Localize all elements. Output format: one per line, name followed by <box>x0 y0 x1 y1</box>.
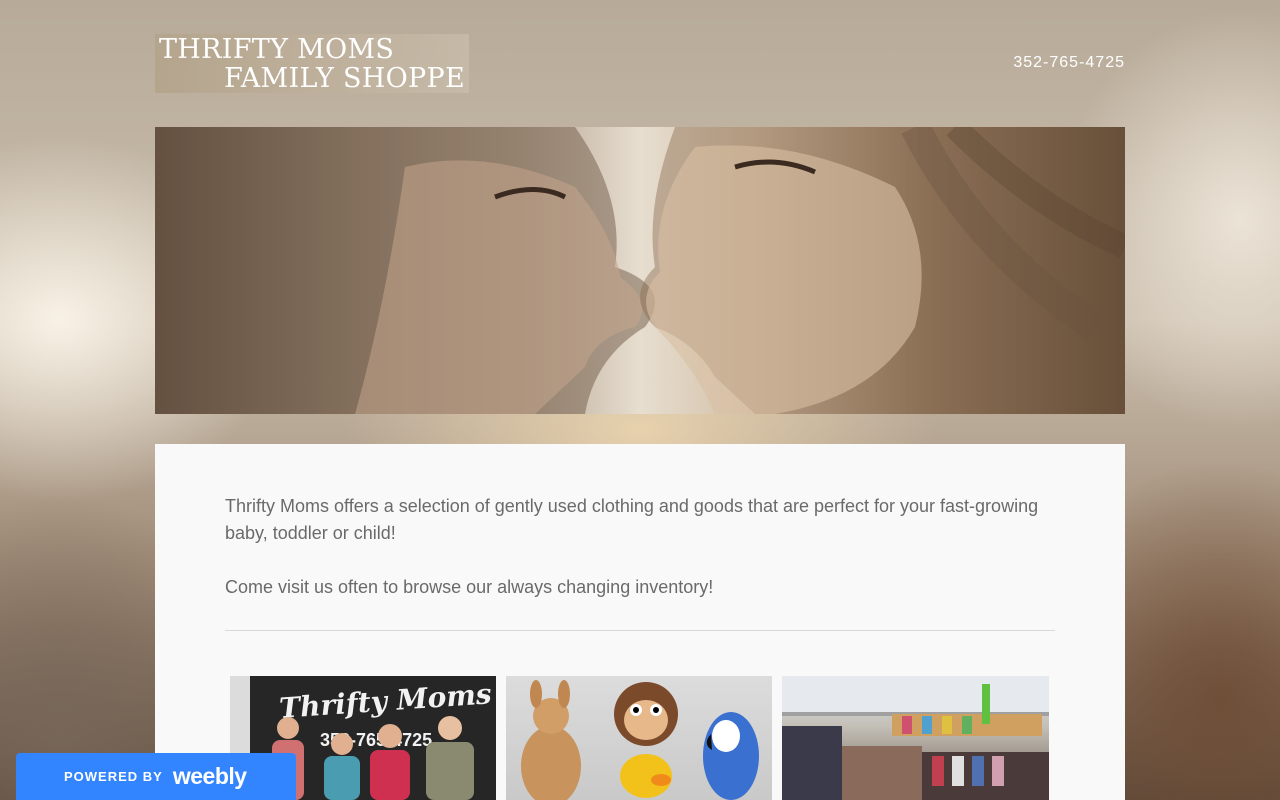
intro-paragraph-1: Thrifty Moms offers a selection of gentl… <box>225 496 1039 543</box>
photo-gallery: Thrifty Moms 352-765-4725 <box>230 676 1050 800</box>
gallery-image-store-interior[interactable] <box>782 676 1049 800</box>
site-logo[interactable]: THRIFTY MOMS FAMILY SHOPPE <box>155 34 469 93</box>
phone-number[interactable]: 352-765-4725 <box>1013 54 1125 72</box>
hero-banner-image <box>155 127 1125 414</box>
powered-by-weebly-badge[interactable]: POWERED BY weebly <box>16 753 296 800</box>
main-content-card: Thrifty Moms offers a selection of gentl… <box>155 444 1125 800</box>
gallery-image-plush-toys[interactable] <box>506 676 772 800</box>
section-divider <box>225 630 1055 631</box>
weebly-logo: weebly <box>172 763 247 789</box>
hero-photo-illustration <box>155 127 1125 414</box>
intro-text: Thrifty Moms offers a selection of gentl… <box>225 493 1055 601</box>
powered-by-label: POWERED BY <box>64 769 163 784</box>
intro-paragraph-2: Come visit us often to browse our always… <box>225 577 714 597</box>
logo-line-1: THRIFTY MOMS <box>159 34 395 65</box>
logo-line-2: FAMILY SHOPPE <box>224 63 465 94</box>
site-header: THRIFTY MOMS FAMILY SHOPPE 352-765-4725 <box>155 34 1125 94</box>
